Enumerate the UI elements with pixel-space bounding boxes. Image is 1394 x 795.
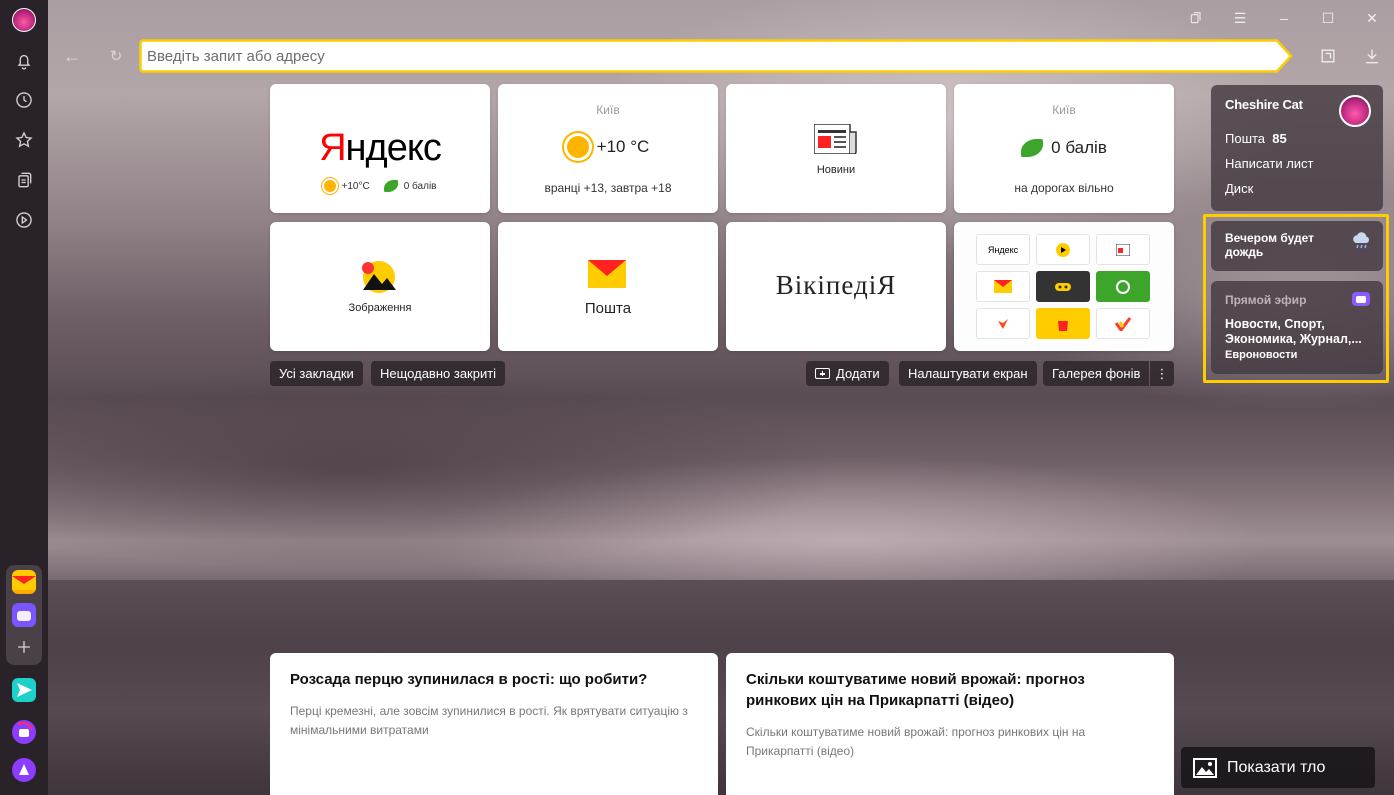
alice-assistant-icon[interactable] [12, 758, 36, 782]
live-line1: Новости, Спорт, [1225, 317, 1325, 331]
more-options-button[interactable]: ⋮ [1150, 361, 1174, 386]
live-broadcast-widget[interactable]: Прямой эфир Новости, Спорт, Экономика, Ж… [1211, 281, 1383, 374]
yandex-logo: Яндекс [319, 127, 442, 169]
bell-icon[interactable] [12, 49, 36, 73]
messenger-app-icon[interactable] [12, 678, 36, 702]
show-background-button[interactable]: Показати тло [1181, 747, 1375, 788]
mini-tile-games [1036, 271, 1090, 302]
protect-icon[interactable] [1317, 45, 1339, 67]
mini-tile-yandex: Яндекс [976, 234, 1030, 265]
write-mail-link[interactable]: Написати лист [1225, 156, 1314, 171]
add-box-icon [815, 368, 830, 379]
tv-app-icon[interactable] [12, 603, 36, 627]
close-icon[interactable]: ✕ [1350, 6, 1394, 30]
download-icon[interactable] [1361, 45, 1383, 67]
profile-mail-link[interactable]: Пошта 85 [1225, 131, 1287, 146]
news-card-title[interactable]: Скільки коштуватиме новий врожай: прогно… [746, 669, 1154, 711]
wikipedia-logo: ВікіпедіЯ [775, 270, 897, 300]
address-bar[interactable] [139, 39, 1294, 73]
leaf-icon [1021, 139, 1044, 157]
recently-closed-button[interactable]: Нещодавно закриті [371, 361, 506, 386]
sun-icon [323, 180, 336, 192]
add-tile-button[interactable]: Додати [806, 361, 889, 386]
rain-cloud-icon [1353, 232, 1369, 249]
back-arrow-icon[interactable]: ← [60, 44, 84, 68]
backgrounds-gallery-button[interactable]: Галерея фонів [1043, 361, 1150, 386]
show-background-label: Показати тло [1227, 758, 1326, 776]
tile-yandex[interactable]: Яндекс +10°C 0 балів [270, 84, 490, 213]
tile-weather[interactable]: Київ +10 °C вранці +13, завтра +18 [498, 84, 718, 213]
tile-traffic[interactable]: Київ 0 балів на дорогах вільно [954, 84, 1174, 213]
tile-mail[interactable]: Пошта [498, 222, 718, 351]
mini-tile-market [976, 308, 1030, 339]
minimize-icon[interactable]: – [1262, 6, 1306, 30]
tile-news[interactable]: Новини [726, 84, 946, 213]
weather-widget-line2: дождь [1225, 245, 1264, 259]
star-icon[interactable] [12, 128, 36, 152]
weather-temp: +10 °C [596, 137, 650, 156]
news-card-title[interactable]: Розсада перцю зупинилася в рості: що роб… [290, 669, 698, 690]
customize-screen-button[interactable]: Налаштувати екран [899, 361, 1037, 386]
all-bookmarks-button[interactable]: Усі закладки [270, 361, 363, 386]
add-icon[interactable] [12, 635, 36, 659]
tabs-icon[interactable] [1174, 6, 1218, 30]
news-card-2[interactable]: Скільки коштуватиме новий врожай: прогно… [726, 653, 1174, 795]
video-play-icon[interactable] [12, 208, 36, 232]
left-sidebar [0, 0, 48, 795]
envelope-icon [588, 260, 626, 288]
images-label: Зображення [348, 302, 412, 314]
profile-name[interactable]: Cheshire Cat [1225, 97, 1303, 112]
weather-forecast: вранці +13, завтра +18 [544, 181, 672, 195]
newspaper-icon [814, 124, 857, 154]
news-card-1[interactable]: Розсада перцю зупинилася в рості: що роб… [270, 653, 718, 795]
mini-tile-check [1096, 308, 1150, 339]
maximize-icon[interactable]: ☐ [1306, 6, 1350, 30]
mini-tile-shop [1036, 308, 1090, 339]
user-avatar[interactable] [12, 8, 36, 32]
disk-link[interactable]: Диск [1225, 181, 1253, 196]
collections-icon[interactable] [12, 168, 36, 192]
mail-app-icon[interactable] [12, 570, 36, 594]
traffic-score: 0 балів [1051, 138, 1107, 157]
mini-tile-news [1096, 234, 1150, 265]
traffic-city: Київ [1052, 103, 1076, 117]
news-card-text: Скільки коштуватиме новий врожай: прогно… [746, 725, 1086, 758]
weather-widget[interactable]: Вечером будет дождь [1211, 221, 1383, 271]
traffic-score: 0 балів [403, 180, 437, 192]
leaf-icon [383, 180, 398, 192]
profile-widget: Cheshire Cat Пошта 85 Написати лист Диск [1211, 85, 1383, 211]
mini-tile-video [1036, 234, 1090, 265]
tile-wikipedia[interactable]: ВікіпедіЯ [726, 222, 946, 351]
news-card-text: Перці кремезні, але зовсім зупинилися в … [290, 704, 688, 737]
sun-icon [566, 136, 589, 158]
mini-tile-mail [976, 271, 1030, 302]
window-controls: ☰ – ☐ ✕ [1174, 6, 1394, 30]
reload-icon[interactable]: ↻ [104, 44, 128, 68]
weather-value: +10°C [341, 180, 370, 192]
search-input[interactable] [147, 43, 1267, 69]
weather-widget-line1: Вечером будет [1225, 231, 1315, 245]
weather-city: Київ [596, 103, 620, 117]
background-sky [48, 0, 1394, 580]
live-source: Евроновости [1225, 349, 1298, 361]
tv-icon [1352, 292, 1370, 306]
tile-bookmarks-grid[interactable]: Яндекс [954, 222, 1174, 351]
picture-icon [1193, 757, 1217, 778]
live-title: Прямой эфир [1225, 293, 1307, 307]
traffic-status: на дорогах вільно [1014, 181, 1114, 195]
live-line2: Экономика, Журнал,... [1225, 332, 1362, 346]
history-icon[interactable] [12, 88, 36, 112]
news-label: Новини [816, 164, 856, 176]
mail-label: Пошта [584, 300, 632, 317]
profile-avatar[interactable] [1339, 95, 1371, 127]
mail-count-badge: 85 [1272, 131, 1287, 146]
tile-images[interactable]: Зображення [270, 222, 490, 351]
images-icon [362, 261, 396, 293]
mini-tile-green [1096, 271, 1150, 302]
alice-live-icon[interactable] [12, 720, 36, 744]
menu-icon[interactable]: ☰ [1218, 6, 1262, 30]
